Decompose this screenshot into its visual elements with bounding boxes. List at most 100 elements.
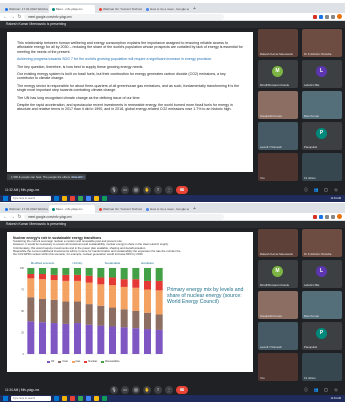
extension-icon[interactable] bbox=[325, 14, 329, 19]
participant-tile[interactable]: Dr K Ashwini Chandra bbox=[302, 29, 342, 57]
url-field[interactable]: meet.google.com/mfv-ydqp-mx bbox=[24, 13, 224, 20]
end-call-button[interactable]: ☎ bbox=[176, 386, 188, 394]
participant-tile[interactable]: M Mrudhbhuvana Chandu bbox=[258, 60, 298, 88]
people-icon[interactable]: 👥 bbox=[313, 187, 319, 193]
taskbar-app-icon[interactable] bbox=[94, 196, 99, 201]
taskbar-app-icon[interactable] bbox=[94, 396, 99, 401]
extension-icon[interactable] bbox=[313, 14, 317, 19]
taskbar-app-icon[interactable] bbox=[54, 196, 59, 201]
new-tab-button[interactable]: + bbox=[190, 5, 199, 13]
taskbar-app-icon[interactable] bbox=[102, 196, 107, 201]
participant-tile[interactable]: Rakesh Kumar Meenavolu bbox=[258, 29, 298, 57]
participant-tile[interactable]: Ram Kumar bbox=[302, 91, 342, 119]
url-field[interactable]: meet.google.com/mfv-ydqp-mx bbox=[24, 213, 224, 220]
bar-segment-oil bbox=[50, 323, 58, 354]
chat-icon[interactable]: ▢ bbox=[323, 187, 329, 193]
taskbar-search[interactable]: Type here to search bbox=[11, 196, 51, 201]
taskbar-app-icon[interactable] bbox=[70, 396, 75, 401]
forward-icon[interactable]: → bbox=[10, 14, 15, 20]
activities-icon[interactable]: ◇ bbox=[333, 387, 339, 393]
participant-name: Dr K Ashwini Chandra bbox=[304, 52, 332, 56]
activities-icon[interactable]: ◇ bbox=[333, 187, 339, 193]
taskbar-app-icon[interactable] bbox=[78, 396, 83, 401]
reload-icon[interactable]: ↻ bbox=[17, 214, 22, 220]
participant-tile[interactable]: P Pasupuleti bbox=[302, 122, 342, 150]
windows-start-icon[interactable] bbox=[3, 396, 8, 401]
participant-tile[interactable]: L Lakshmi Bai bbox=[302, 60, 342, 88]
participant-tile[interactable]: Lavudi Y Ramesh bbox=[258, 322, 298, 350]
captions-icon[interactable]: ▤ bbox=[132, 386, 140, 394]
caption-close-button[interactable]: Close (X) bbox=[72, 174, 85, 180]
participant-avatar: L bbox=[316, 266, 327, 277]
profile-avatar-icon[interactable] bbox=[337, 214, 342, 219]
taskbar-app-icon[interactable] bbox=[78, 196, 83, 201]
chat-icon[interactable]: ▢ bbox=[323, 387, 329, 393]
legend-item: Renewables bbox=[101, 360, 120, 363]
chart-caption: Primary energy mix by levels and share o… bbox=[167, 287, 244, 305]
legend-label: Gas bbox=[75, 360, 81, 363]
participant-tile-self[interactable]: You bbox=[258, 153, 298, 181]
new-tab-button[interactable]: + bbox=[190, 205, 199, 213]
slide-paragraph: Our existing energy system is built on f… bbox=[17, 72, 226, 81]
taskbar-app-icon[interactable] bbox=[62, 196, 67, 201]
legend-swatch bbox=[58, 360, 62, 363]
participant-tile[interactable]: Lavudi Y Ramesh bbox=[258, 122, 298, 150]
extension-icon[interactable] bbox=[319, 214, 323, 219]
browser-tab[interactable]: Webinar: 17.02.2022 Webinar1 bbox=[2, 205, 48, 213]
browser-tab[interactable]: How to do a meet - Google sea... bbox=[143, 5, 189, 13]
browser-tab-active[interactable]: Meet - mfv-ydqp-mx bbox=[49, 205, 95, 213]
info-icon[interactable]: ⓘ bbox=[303, 387, 309, 393]
participant-tile[interactable]: Dr K Ashwini Chandra bbox=[302, 229, 342, 257]
extension-icon[interactable] bbox=[331, 214, 335, 219]
participant-tile[interactable]: Sreekanth Kumar bbox=[258, 291, 298, 319]
participant-tile-others[interactable]: 13 others bbox=[302, 153, 342, 181]
participant-tile[interactable]: L Lakshmi Bai bbox=[302, 260, 342, 288]
browser-tab-active[interactable]: Meet - mfv-ydqp-mx bbox=[49, 5, 95, 13]
raise-hand-icon[interactable]: ✋ bbox=[143, 386, 151, 394]
taskbar-app-icon[interactable] bbox=[62, 396, 67, 401]
end-call-button[interactable]: ☎ bbox=[176, 186, 188, 194]
back-icon[interactable]: ← bbox=[3, 14, 8, 20]
participant-tile[interactable]: M Mrudhbhuvana Chandu bbox=[258, 260, 298, 288]
browser-tab[interactable]: Webinar On "Current Technolo... bbox=[96, 205, 142, 213]
taskbar-app-icon[interactable] bbox=[70, 196, 75, 201]
microphone-icon[interactable]: 🎙 bbox=[110, 386, 118, 394]
camera-icon[interactable]: ▭ bbox=[121, 186, 129, 194]
participant-tile[interactable]: Ram Kumar bbox=[302, 291, 342, 319]
tab-favicon-icon bbox=[52, 207, 55, 211]
extension-icon[interactable] bbox=[325, 214, 329, 219]
more-options-icon[interactable]: ⋮ bbox=[165, 386, 173, 394]
participant-tile[interactable]: P Pasupuleti bbox=[302, 322, 342, 350]
camera-icon[interactable]: ▭ bbox=[121, 386, 129, 394]
browser-tab[interactable]: How to do a meet - Google sea... bbox=[143, 205, 189, 213]
taskbar-app-icon[interactable] bbox=[102, 396, 107, 401]
forward-icon[interactable]: → bbox=[10, 214, 15, 220]
extension-icon[interactable] bbox=[331, 14, 335, 19]
bar-segment-oil bbox=[144, 329, 151, 354]
taskbar-search[interactable]: Type here to search bbox=[11, 396, 51, 401]
profile-avatar-icon[interactable] bbox=[337, 14, 342, 19]
bar-segment-gas bbox=[144, 289, 151, 313]
more-options-icon[interactable]: ⋮ bbox=[165, 186, 173, 194]
participant-tile-others[interactable]: 13 others bbox=[302, 353, 342, 381]
participant-tile-self[interactable]: You bbox=[258, 353, 298, 381]
microphone-icon[interactable]: 🎙 bbox=[110, 186, 118, 194]
extension-icon[interactable] bbox=[319, 14, 323, 19]
present-icon[interactable]: ⇪ bbox=[154, 386, 162, 394]
raise-hand-icon[interactable]: ✋ bbox=[143, 186, 151, 194]
reload-icon[interactable]: ↻ bbox=[17, 14, 22, 20]
taskbar-app-icon[interactable] bbox=[86, 196, 91, 201]
info-icon[interactable]: ⓘ bbox=[303, 187, 309, 193]
captions-icon[interactable]: ▤ bbox=[132, 186, 140, 194]
people-icon[interactable]: 👥 bbox=[313, 387, 319, 393]
present-icon[interactable]: ⇪ bbox=[154, 186, 162, 194]
windows-start-icon[interactable] bbox=[3, 196, 8, 201]
back-icon[interactable]: ← bbox=[3, 214, 8, 220]
browser-tab[interactable]: Webinar On "Current Technolo... bbox=[96, 5, 142, 13]
participant-tile[interactable]: Rakesh Kumar Meenavolu bbox=[258, 229, 298, 257]
taskbar-app-icon[interactable] bbox=[54, 396, 59, 401]
participant-tile[interactable]: Sreekanth Kumar bbox=[258, 91, 298, 119]
taskbar-app-icon[interactable] bbox=[86, 396, 91, 401]
extension-icon[interactable] bbox=[313, 214, 317, 219]
browser-tab[interactable]: Webinar: 17.02.2022 Webinar1 bbox=[2, 5, 48, 13]
